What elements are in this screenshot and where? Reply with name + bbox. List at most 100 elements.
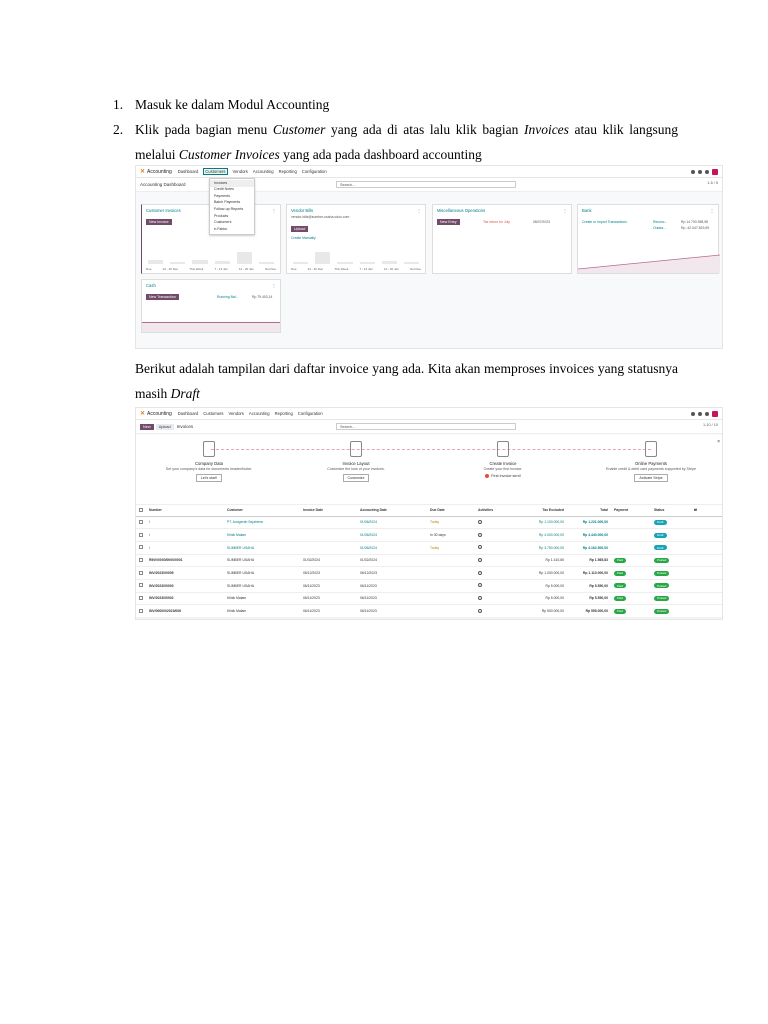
menu-item-products[interactable]: Products [210,213,254,220]
chat-icon[interactable] [698,169,702,174]
cell-activities[interactable] [475,516,515,530]
row-checkbox[interactable] [136,579,146,593]
menu-item-batch-payments[interactable]: Batch Payments [210,200,254,207]
new-entry-button[interactable]: New Entry [437,219,460,225]
menu-dashboard[interactable]: Dashboard [178,411,199,416]
menu-item-invoices[interactable]: Invoices [210,180,254,187]
cell-activities[interactable] [475,604,515,618]
app-name[interactable]: Accounting [147,169,172,175]
row-checkbox[interactable] [136,528,146,542]
row-checkbox[interactable] [136,516,146,530]
column-settings-icon[interactable]: ⇄ [691,505,722,517]
row-checkbox[interactable] [136,566,146,580]
select-all-checkbox[interactable] [136,505,146,517]
upload-button[interactable]: Upload [291,226,309,232]
menu-configuration[interactable]: Configuration [298,411,323,416]
menu-configuration[interactable]: Configuration [302,169,327,174]
menu-customers[interactable]: Customers [203,168,228,175]
menu-item-customers[interactable]: Customers [210,220,254,227]
menu-customers[interactable]: Customers [203,411,223,416]
row-checkbox[interactable] [136,541,146,555]
activity-clock-icon[interactable] [478,557,482,562]
odoo-app-icon[interactable]: ✕ [140,410,145,417]
col-status[interactable]: Status [651,505,691,517]
table-row[interactable]: INV/0000/0/2023/006 Klinik Malam 06/11/202… [136,604,722,618]
activity-clock-icon[interactable] [478,532,482,537]
kebab-icon[interactable]: ⋮ [272,208,276,213]
col-invoice-date[interactable]: Invoice Date [300,505,357,517]
search-input[interactable]: Search... [336,181,516,188]
table-row[interactable]: / PT. Anugerah Sejahtera 01/06/2024 Today Rp… [136,516,722,530]
menu-item-credit-notes[interactable]: Credit Notes [210,187,254,194]
pager[interactable]: 1-10 / 10 [703,423,718,427]
new-invoice-button[interactable]: New Invoice [146,219,172,225]
table-row[interactable]: INV/2023/00003 SUMBER USAHA 06/11/2023 06/1… [136,579,722,593]
table-row[interactable]: RINV/0000/0000/0001 SUMBER USAHA 01/02/202… [136,554,722,568]
col-payment[interactable]: Payment [611,505,651,517]
menu-item-efaktur[interactable]: e-Faktur [210,226,254,233]
activate-stripe-button[interactable]: Activate Stripe [634,474,668,482]
menu-accounting[interactable]: Accounting [253,169,274,174]
upload-button[interactable]: Upload [155,423,174,430]
pager[interactable]: 1-5 / 5 [707,181,718,185]
row-checkbox[interactable] [136,554,146,568]
activity-clock-icon[interactable] [478,570,482,575]
cell-activities[interactable] [475,592,515,606]
col-customer[interactable]: Customer [224,505,300,517]
table-row[interactable]: / SUMBER USAHA 01/06/2024 Today Rp 3.750.000… [136,541,722,555]
activity-clock-icon[interactable] [478,608,482,613]
create-manually-link[interactable]: Create Manually [291,236,316,240]
clock-icon[interactable] [705,169,709,174]
kebab-icon[interactable]: ⋮ [417,208,421,213]
card-title[interactable]: Miscellaneous Operations [433,205,571,216]
running-balance-label[interactable]: Running Bal... [217,295,238,299]
odoo-app-icon[interactable]: ✕ [140,168,145,175]
bug-icon[interactable] [691,411,695,416]
cell-activities[interactable] [475,554,515,568]
lets-start-button[interactable]: Let's start! [195,474,223,482]
col-tax-excluded[interactable]: Tax Excluded [515,505,567,517]
row-checkbox[interactable] [136,592,146,606]
tax-return-note[interactable]: Tax return for July [483,220,510,224]
col-due-date[interactable]: Due Date [427,505,475,517]
activity-clock-icon[interactable] [478,519,482,524]
activity-clock-icon[interactable] [478,583,482,588]
menu-vendors[interactable]: Vendors [229,411,244,416]
col-total[interactable]: Total [567,505,611,517]
create-import-link[interactable]: Create or Import Transactions [582,220,627,224]
kebab-icon[interactable]: ⋮ [710,208,714,213]
cell-activities[interactable] [475,566,515,580]
menu-reporting[interactable]: Reporting [279,169,297,174]
customize-button[interactable]: Customize [342,474,370,482]
activity-clock-icon[interactable] [478,545,482,550]
menu-accounting[interactable]: Accounting [249,411,270,416]
app-name[interactable]: Accounting [147,411,172,417]
table-row[interactable]: INV/2023/00005 SUMBER USAHA 06/12/2023 06/1… [136,566,722,580]
chat-icon[interactable] [698,411,702,416]
col-activities[interactable]: Activities [475,505,515,517]
row-checkbox[interactable] [136,604,146,618]
menu-item-follow-up[interactable]: Follow-up Reports [210,206,254,213]
table-row[interactable]: / Klinik Malam 01/06/2024 In 30 days Rp 4.00… [136,528,722,542]
card-title[interactable]: Cash [142,280,280,291]
table-row[interactable]: INV/2023/00002 Klinik Malam 06/11/2023 06/1… [136,592,722,606]
new-transaction-button[interactable]: New Transaction [146,294,179,300]
clock-icon[interactable] [705,411,709,416]
activity-clock-icon[interactable] [478,595,482,600]
col-accounting-date[interactable]: Accounting Date [357,505,427,517]
cell-activities[interactable] [475,541,515,555]
kebab-icon[interactable]: ⋮ [272,283,276,288]
menu-dashboard[interactable]: Dashboard [178,169,199,174]
menu-reporting[interactable]: Reporting [275,411,293,416]
bank-row-label[interactable]: Outsta... [653,226,666,230]
bug-icon[interactable] [691,169,695,174]
card-title[interactable]: Bank [578,205,718,216]
search-input[interactable]: Search... [336,423,516,430]
cell-activities[interactable] [475,528,515,542]
close-icon[interactable]: × [717,439,720,445]
avatar[interactable] [712,410,718,417]
menu-item-payments[interactable]: Payments [210,193,254,200]
col-number[interactable]: Number [146,505,224,517]
bank-row-label[interactable]: Reconc... [653,220,667,224]
new-button[interactable]: New [140,423,154,430]
